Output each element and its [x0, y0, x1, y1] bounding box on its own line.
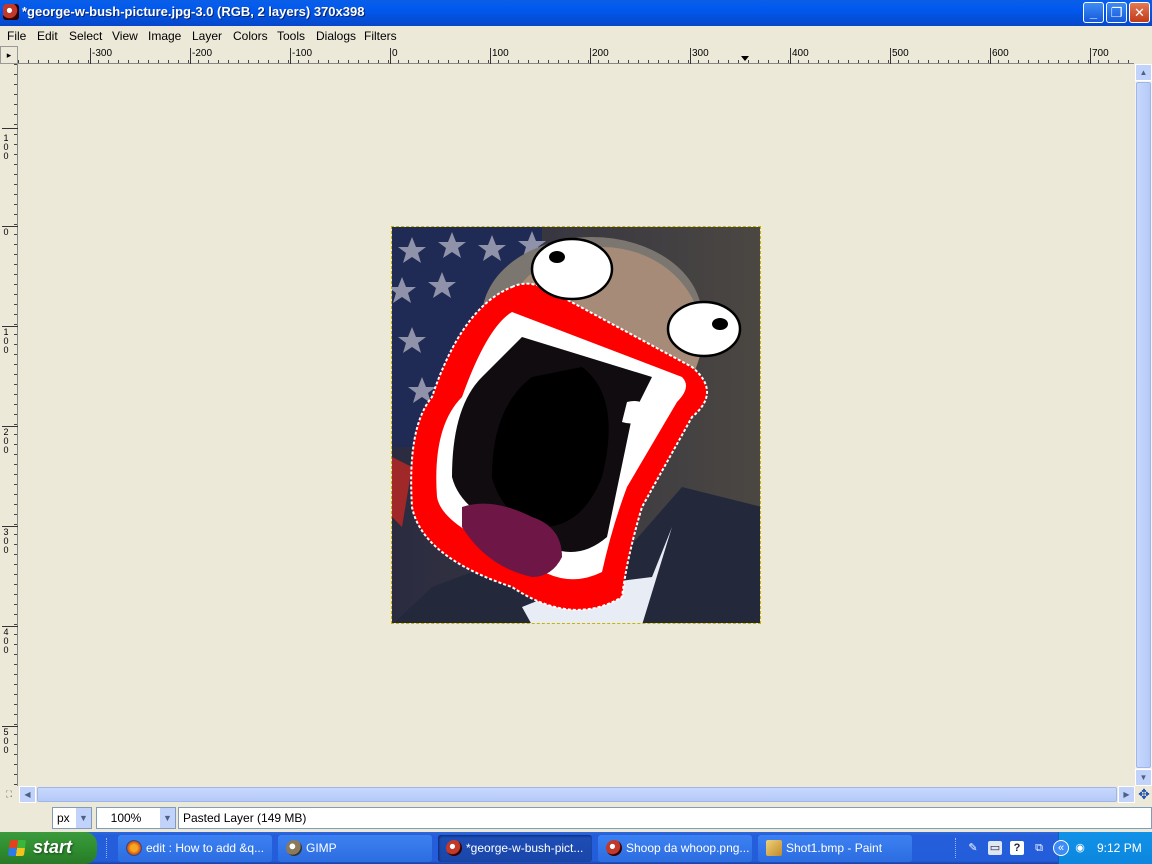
ruler-label: 0 [3, 227, 9, 237]
window-icon[interactable]: ⧉ [1032, 841, 1046, 855]
taskbar-button-george-image[interactable]: *george-w-bush-pict... [438, 835, 592, 862]
menu-view[interactable]: View [112, 29, 138, 43]
network-icon[interactable]: ◉ [1073, 841, 1087, 855]
ruler-label: -100 [292, 48, 313, 59]
ruler-label: 100 [3, 133, 9, 161]
scroll-left-button[interactable]: ◀ [19, 786, 36, 803]
ruler-label: 200 [592, 48, 609, 59]
maximize-button[interactable]: ❐ [1106, 2, 1127, 23]
status-message: Pasted Layer (149 MB) [178, 807, 1152, 829]
windows-logo-icon [7, 840, 27, 856]
scroll-right-button[interactable]: ▶ [1118, 786, 1135, 803]
ruler-label: 500 [3, 727, 9, 755]
navigate-icon[interactable]: ✥ [1136, 786, 1152, 803]
menu-edit[interactable]: Edit [37, 29, 58, 43]
minimize-button[interactable]: _ [1083, 2, 1104, 23]
menu-layer[interactable]: Layer [192, 29, 222, 43]
vertical-scroll-thumb[interactable] [1136, 82, 1151, 768]
help-icon[interactable]: ? [1010, 841, 1024, 855]
ruler-label: -300 [92, 48, 113, 59]
chevron-down-icon[interactable]: ▼ [75, 808, 91, 828]
taskbar-button-label: *george-w-bush-pict... [466, 841, 584, 855]
taskbar-button-firefox[interactable]: edit : How to add &q... [118, 835, 272, 862]
taskbar-button-paint[interactable]: Shot1.bmp - Paint [758, 835, 912, 862]
gimp-icon [286, 840, 302, 856]
menu-filters[interactable]: Filters [364, 29, 397, 43]
ruler-label: -200 [192, 48, 213, 59]
quick-mask-toggle[interactable]: ⛶ [0, 786, 18, 803]
firefox-icon [126, 840, 142, 856]
quick-menu-button[interactable]: ▸ [0, 46, 18, 64]
taskbar-button-label: edit : How to add &q... [146, 841, 265, 855]
start-label: start [33, 837, 73, 857]
ruler-label: 300 [692, 48, 709, 59]
unit-value: px [57, 811, 70, 825]
taskbar: start edit : How to add &q... GIMP *geor… [0, 832, 1152, 864]
scroll-down-button[interactable]: ▼ [1135, 769, 1152, 786]
menu-file[interactable]: File [7, 29, 26, 43]
ruler-label: 100 [492, 48, 509, 59]
ruler-label: 400 [3, 627, 9, 655]
horizontal-ruler[interactable]: -300 -200 -100 0 100 200 300 400 500 600… [18, 46, 1134, 64]
pen-tool-icon[interactable]: ✎ [966, 841, 980, 855]
paint-icon [766, 840, 782, 856]
horizontal-scroll-thumb[interactable] [37, 787, 1117, 802]
taskbar-grip[interactable] [955, 838, 958, 858]
menu-tools[interactable]: Tools [277, 29, 305, 43]
unit-select[interactable]: px ▼ [52, 807, 92, 829]
ruler-label: 700 [1092, 48, 1109, 59]
horizontal-scrollbar[interactable]: ⛶ ◀ ▶ ✥ [0, 786, 1152, 803]
ruler-label: 300 [3, 527, 9, 555]
ruler-label: 500 [892, 48, 909, 59]
taskbar-grip[interactable] [106, 838, 109, 858]
menu-select[interactable]: Select [69, 29, 102, 43]
ruler-label: 600 [992, 48, 1009, 59]
zoom-select[interactable]: 100% ▼ [96, 807, 176, 829]
window-title: *george-w-bush-picture.jpg-3.0 (RGB, 2 l… [22, 4, 365, 19]
menu-colors[interactable]: Colors [233, 29, 268, 43]
start-button[interactable]: start [0, 832, 97, 864]
edited-photo [392, 227, 760, 623]
gimp-image-icon [446, 840, 462, 856]
vertical-scrollbar[interactable]: ▲ ▼ [1135, 64, 1152, 786]
close-button[interactable]: ✕ [1129, 2, 1150, 23]
taskbar-button-shoop-image[interactable]: Shoop da whoop.png... [598, 835, 752, 862]
taskbar-button-gimp[interactable]: GIMP [278, 835, 432, 862]
image-canvas[interactable] [19, 64, 1135, 786]
system-tray: « ◉ 9:12 PM [1053, 832, 1152, 864]
pointer-position-marker [741, 56, 749, 61]
monitor-icon[interactable]: ▭ [988, 841, 1002, 855]
ruler-label: 200 [3, 427, 9, 455]
window-title-bar[interactable]: *george-w-bush-picture.jpg-3.0 (RGB, 2 l… [0, 0, 1152, 26]
menu-dialogs[interactable]: Dialogs [316, 29, 356, 43]
clock[interactable]: 9:12 PM [1097, 841, 1142, 855]
ruler-label: 0 [392, 48, 398, 59]
taskbar-button-label: GIMP [306, 841, 337, 855]
scroll-up-button[interactable]: ▲ [1135, 64, 1152, 81]
chevron-down-icon[interactable]: ▼ [159, 808, 175, 828]
menu-image[interactable]: Image [148, 29, 181, 43]
show-hidden-icons-button[interactable]: « [1053, 840, 1069, 856]
vertical-ruler[interactable]: 100 0 100 200 300 400 500 [0, 64, 18, 786]
ruler-label: 400 [792, 48, 809, 59]
gimp-image-icon [606, 840, 622, 856]
zoom-value[interactable]: 100% [111, 811, 142, 825]
ruler-label: 100 [3, 327, 9, 355]
taskbar-button-label: Shoop da whoop.png... [626, 841, 750, 855]
gimp-image-icon[interactable] [3, 4, 19, 20]
taskbar-button-label: Shot1.bmp - Paint [786, 841, 883, 855]
image-layer[interactable] [391, 226, 761, 624]
menu-bar: File Edit Select View Image Layer Colors… [0, 26, 1152, 46]
status-bar: px ▼ 100% ▼ Pasted Layer (149 MB) [0, 803, 1152, 832]
